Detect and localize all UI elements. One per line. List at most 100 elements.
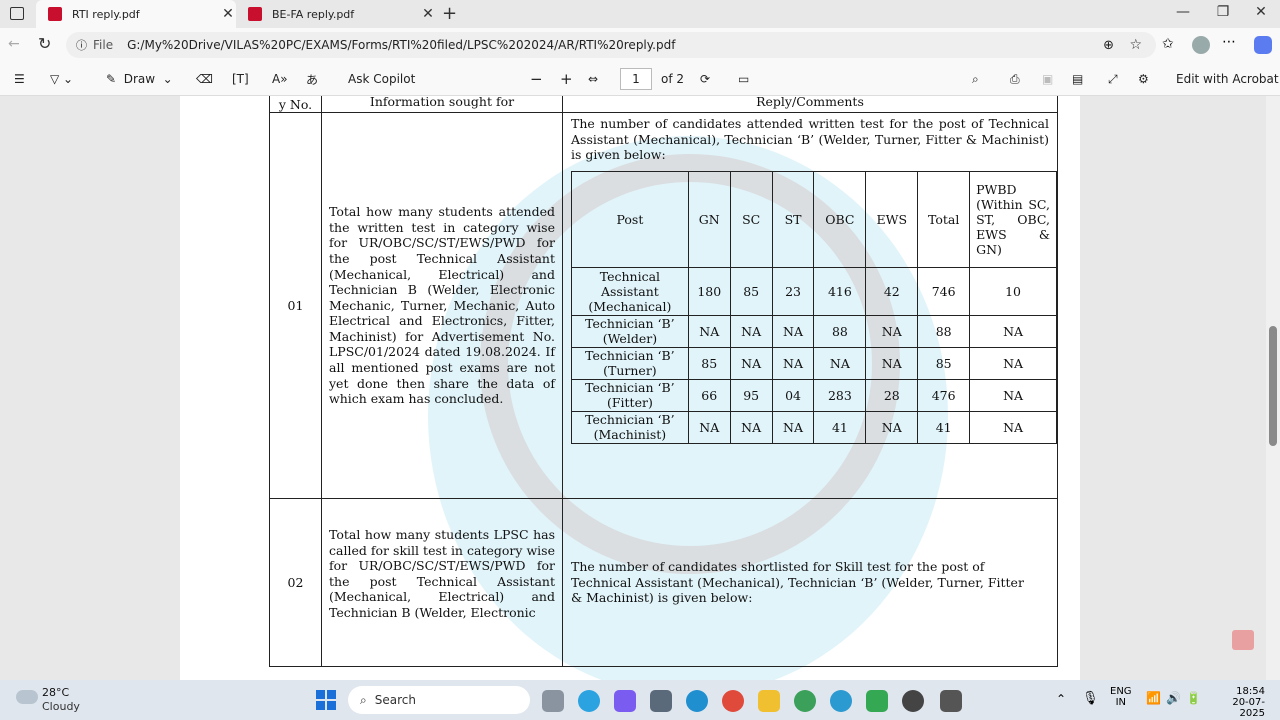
- mic-icon[interactable]: 🎙: [1082, 691, 1099, 706]
- translate-icon[interactable]: あ: [306, 69, 318, 89]
- row1-reply-intro: The number of candidates attended writte…: [571, 116, 1049, 163]
- close-tab-icon[interactable]: ✕: [220, 6, 236, 22]
- scrollbar[interactable]: [1266, 96, 1280, 680]
- github-icon[interactable]: [902, 690, 924, 712]
- back-icon[interactable]: ←: [8, 36, 20, 52]
- fullscreen-icon[interactable]: ⤢: [1108, 69, 1118, 89]
- language-indicator[interactable]: ENG IN: [1110, 686, 1132, 708]
- settings-gear-icon[interactable]: ⚙: [1138, 69, 1149, 89]
- windows-start-icon[interactable]: [316, 690, 336, 710]
- search-icon: ⌕: [360, 692, 367, 707]
- read-aloud-icon[interactable]: A»: [272, 69, 288, 89]
- scrollbar-thumb[interactable]: [1269, 326, 1277, 446]
- cell-total: 746: [917, 266, 971, 316]
- address-field[interactable]: ⓘ File G:/My%20Drive/VILAS%20PC/EXAMS/Fo…: [66, 32, 1156, 58]
- table-row: Technical Assistant (Mechanical) 180 85 …: [571, 266, 1057, 316]
- cell-gn: 66: [687, 378, 731, 412]
- edge-icon[interactable]: [686, 690, 708, 712]
- copilot-app-icon[interactable]: [614, 690, 636, 712]
- tab-title: RTI reply.pdf: [72, 7, 140, 21]
- pdf-icon: [248, 7, 262, 21]
- ask-copilot-button[interactable]: Ask Copilot: [348, 69, 415, 89]
- col-total: Total: [917, 170, 971, 268]
- tray-chevron-icon[interactable]: ⌃: [1056, 692, 1066, 706]
- chrome-profile-icon[interactable]: [794, 690, 816, 712]
- acrobat-icon[interactable]: [1232, 630, 1254, 650]
- volume-icon[interactable]: 🔊: [1166, 691, 1181, 705]
- zoom-icon[interactable]: ⊕: [1103, 38, 1114, 53]
- header-information: Information sought for: [321, 96, 563, 113]
- print-icon[interactable]: ⎙: [1010, 69, 1020, 89]
- cell-sc: 85: [729, 266, 773, 316]
- save-as-icon[interactable]: ▤: [1072, 69, 1083, 89]
- draw-button[interactable]: ✎ Draw ⌄: [106, 69, 173, 89]
- cell-ews: NA: [865, 410, 919, 444]
- text-box-icon[interactable]: [T]: [232, 69, 249, 89]
- tab-rti-reply[interactable]: RTI reply.pdf ✕: [36, 0, 236, 28]
- more-menu-icon[interactable]: ⋯: [1222, 34, 1236, 50]
- table-row: Technician ‘B’ (Welder) NA NA NA 88 NA 8…: [571, 314, 1057, 348]
- cell-post: Technician ‘B’ (Turner): [571, 346, 689, 380]
- pdf-viewer[interactable]: y No. Information sought for Reply/Comme…: [0, 96, 1280, 680]
- google-drive-icon[interactable]: [866, 690, 888, 712]
- cell-obc: 416: [813, 266, 867, 316]
- save-icon[interactable]: ▣: [1042, 69, 1053, 89]
- profile-avatar[interactable]: [1192, 36, 1210, 54]
- cell-st: NA: [771, 346, 815, 380]
- fit-page-icon[interactable]: ⇔: [588, 69, 598, 89]
- row1-query-text: Total how many students attended the wri…: [329, 204, 555, 407]
- page-number-input[interactable]: 1: [620, 68, 652, 90]
- row2-query-cell: Total how many students LPSC has called …: [321, 498, 563, 667]
- info-icon[interactable]: ⓘ: [76, 37, 87, 53]
- rti-table: y No. Information sought for Reply/Comme…: [269, 96, 1058, 667]
- cell-st: NA: [771, 314, 815, 348]
- telegram-icon[interactable]: [578, 690, 600, 712]
- cell-pwbd: NA: [969, 410, 1057, 444]
- calculator-icon[interactable]: [650, 690, 672, 712]
- tab-actions-icon[interactable]: [10, 7, 24, 20]
- rti-document: y No. Information sought for Reply/Comme…: [269, 96, 1058, 667]
- task-view-icon[interactable]: [542, 690, 564, 712]
- cell-gn: NA: [687, 410, 731, 444]
- table-row: Technician ‘B’ (Fitter) 66 95 04 283 28 …: [571, 378, 1057, 412]
- table-row: Technician ‘B’ (Machinist) NA NA NA 41 N…: [571, 410, 1057, 444]
- address-bar-row: ← ↻ ⓘ File G:/My%20Drive/VILAS%20PC/EXAM…: [0, 28, 1280, 62]
- search-icon[interactable]: ⌕: [972, 69, 979, 89]
- zoom-in-icon[interactable]: +: [560, 69, 573, 89]
- page-view-icon[interactable]: ▭: [738, 69, 749, 89]
- eraser-icon[interactable]: ⌫: [196, 69, 213, 89]
- new-tab-icon[interactable]: +: [442, 3, 457, 24]
- app-icon[interactable]: [940, 690, 962, 712]
- copilot-icon[interactable]: [1254, 36, 1272, 54]
- cell-total: 41: [917, 410, 971, 444]
- file-explorer-icon[interactable]: [758, 690, 780, 712]
- refresh-icon[interactable]: ↻: [38, 34, 51, 53]
- restore-icon[interactable]: ❐: [1208, 4, 1238, 20]
- cell-sc: 95: [729, 378, 773, 412]
- taskbar-search[interactable]: ⌕ Search: [348, 686, 530, 714]
- chrome-icon[interactable]: [722, 690, 744, 712]
- favorites-icon[interactable]: ✩: [1162, 36, 1174, 52]
- pdf-icon: [48, 7, 62, 21]
- wifi-icon[interactable]: 📶: [1146, 691, 1161, 705]
- clock[interactable]: 18:54 20-07-2025: [1210, 686, 1265, 719]
- minimize-icon[interactable]: —: [1168, 4, 1198, 20]
- row2-query-text: Total how many students LPSC has called …: [329, 527, 555, 620]
- contents-icon[interactable]: ☰: [14, 69, 25, 89]
- chrome-profile2-icon[interactable]: [830, 690, 852, 712]
- tab-befa-reply[interactable]: BE-FA reply.pdf ✕: [236, 0, 436, 28]
- pdf-page: y No. Information sought for Reply/Comme…: [180, 96, 1080, 680]
- close-window-icon[interactable]: ✕: [1246, 4, 1276, 20]
- edit-with-acrobat-button[interactable]: Edit with Acrobat: [1176, 69, 1279, 89]
- rotate-icon[interactable]: ⟳: [700, 69, 710, 89]
- favorite-star-icon[interactable]: ☆: [1129, 37, 1142, 53]
- highlight-icon[interactable]: ▽ ⌄: [50, 69, 73, 89]
- cell-total: 476: [917, 378, 971, 412]
- zoom-out-icon[interactable]: −: [530, 69, 543, 89]
- weather-status[interactable]: Cloudy: [42, 700, 80, 713]
- close-tab-icon[interactable]: ✕: [420, 6, 436, 22]
- weather-temp[interactable]: 28°C: [42, 686, 69, 699]
- cell-sc: NA: [729, 346, 773, 380]
- battery-icon[interactable]: 🔋: [1186, 691, 1201, 705]
- cell-pwbd: NA: [969, 346, 1057, 380]
